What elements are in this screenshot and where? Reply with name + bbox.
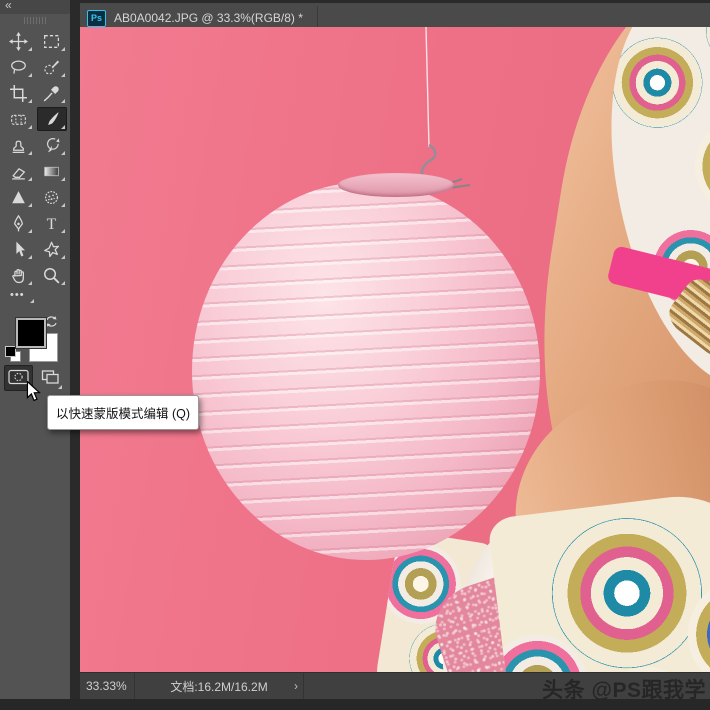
document-size-label: 文档:16.2M/16.2M <box>170 678 267 695</box>
collapse-panel-icon[interactable]: « <box>5 0 10 12</box>
path-selection-button[interactable] <box>4 237 34 261</box>
crop-tool-icon <box>9 84 28 103</box>
pen-tool-button[interactable] <box>4 211 34 235</box>
blur-tool-button[interactable] <box>4 185 34 209</box>
tools-grid: T <box>2 28 68 288</box>
custom-shape-button[interactable] <box>37 237 67 261</box>
eraser-tool-icon <box>9 162 28 181</box>
tools-panel-header: « <box>0 0 70 14</box>
zoom-tool-icon <box>42 266 61 285</box>
chevron-right-icon[interactable]: › <box>294 679 298 693</box>
history-brush-icon <box>42 136 61 155</box>
mouse-cursor-icon <box>26 381 41 407</box>
sponge-tool-button[interactable] <box>37 185 67 209</box>
hand-tool-button[interactable] <box>4 263 34 287</box>
panel-divider <box>70 0 80 699</box>
blur-tool-icon <box>9 188 28 207</box>
type-tool-icon: T <box>42 214 61 233</box>
move-tool-button[interactable] <box>4 29 34 53</box>
status-bar: 33.33% 文档:16.2M/16.2M › 头条 @PS跟我学 <box>80 672 710 699</box>
default-foreground-swatch <box>5 346 16 357</box>
document-tab-title: AB0A0042.JPG @ 33.3%(RGB/8) * <box>114 11 303 25</box>
tools-panel: « T ••• <box>0 0 70 699</box>
move-tool-icon <box>9 32 28 51</box>
type-tool-button[interactable]: T <box>37 211 67 235</box>
photo-paper-lantern <box>192 182 540 560</box>
hand-tool-icon <box>9 266 28 285</box>
photoshop-window: « T ••• Ps AB0A0042.JPG @ 33.3%( <box>0 0 710 710</box>
path-selection-icon <box>9 240 28 259</box>
lasso-tool-icon <box>9 58 28 77</box>
custom-shape-icon <box>42 240 61 259</box>
brush-tool-icon <box>42 110 61 129</box>
screen-mode-icon <box>41 369 60 388</box>
brush-tool-button[interactable] <box>37 107 67 131</box>
healing-patch-icon <box>9 110 28 129</box>
clone-stamp-icon <box>9 136 28 155</box>
crop-tool-button[interactable] <box>4 81 34 105</box>
eyedropper-icon <box>42 84 61 103</box>
panel-grip-handle[interactable] <box>24 17 48 24</box>
healing-patch-button[interactable] <box>4 107 34 131</box>
lasso-tool-button[interactable] <box>4 55 34 79</box>
photo-lantern-opening <box>338 173 454 197</box>
quick-mask-tooltip: 以快速蒙版模式编辑 (Q) <box>47 395 199 430</box>
svg-text:T: T <box>47 215 57 232</box>
gradient-tool-button[interactable] <box>37 159 67 183</box>
default-colors-icon[interactable] <box>5 346 21 362</box>
screen-mode-button[interactable] <box>37 367 64 390</box>
quick-selection-icon <box>42 58 61 77</box>
pen-tool-icon <box>9 214 28 233</box>
foreground-color-swatch[interactable] <box>16 318 46 348</box>
zoom-tool-button[interactable] <box>37 263 67 287</box>
rectangular-marquee-button[interactable] <box>37 29 67 53</box>
clone-stamp-button[interactable] <box>4 133 34 157</box>
eraser-tool-button[interactable] <box>4 159 34 183</box>
gradient-tool-icon <box>42 162 61 181</box>
photoshop-file-icon: Ps <box>87 10 106 27</box>
history-brush-button[interactable] <box>37 133 67 157</box>
edit-toolbar-button[interactable]: ••• <box>6 286 36 304</box>
rectangular-marquee-icon <box>42 32 61 51</box>
watermark-text: 头条 @PS跟我学 <box>542 674 706 704</box>
sponge-tool-icon <box>42 188 61 207</box>
document-info[interactable]: 文档:16.2M/16.2M › <box>134 673 304 699</box>
quick-selection-button[interactable] <box>37 55 67 79</box>
eyedropper-button[interactable] <box>37 81 67 105</box>
document-tab-bar: Ps AB0A0042.JPG @ 33.3%(RGB/8) * <box>80 0 710 27</box>
zoom-level-field[interactable]: 33.33% <box>86 673 127 699</box>
document-canvas[interactable] <box>80 27 710 672</box>
swap-colors-icon[interactable] <box>44 314 59 334</box>
